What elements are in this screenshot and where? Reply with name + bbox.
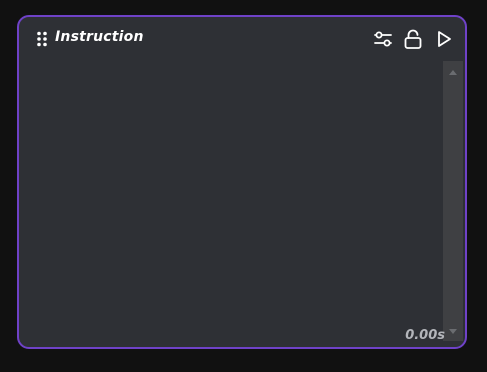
sliders-icon: [374, 31, 392, 47]
node-header: Instruction: [19, 17, 465, 61]
node-content-area[interactable]: [19, 61, 465, 347]
run-button[interactable]: [433, 28, 455, 50]
elapsed-time: 0.00s: [405, 328, 445, 343]
play-icon: [438, 31, 451, 47]
chevron-up-icon: [449, 70, 457, 75]
vertical-scrollbar[interactable]: [443, 61, 463, 341]
unlocked-icon: [404, 29, 422, 49]
node-title: Instruction: [55, 29, 144, 45]
scroll-down-button[interactable]: [443, 325, 463, 339]
settings-button[interactable]: [372, 28, 394, 50]
instruction-node[interactable]: Instruction 0.00s: [17, 15, 467, 349]
scroll-up-button[interactable]: [443, 65, 463, 79]
drag-handle-icon[interactable]: [36, 31, 48, 47]
chevron-down-icon: [449, 329, 457, 334]
lock-toggle-button[interactable]: [402, 28, 424, 50]
